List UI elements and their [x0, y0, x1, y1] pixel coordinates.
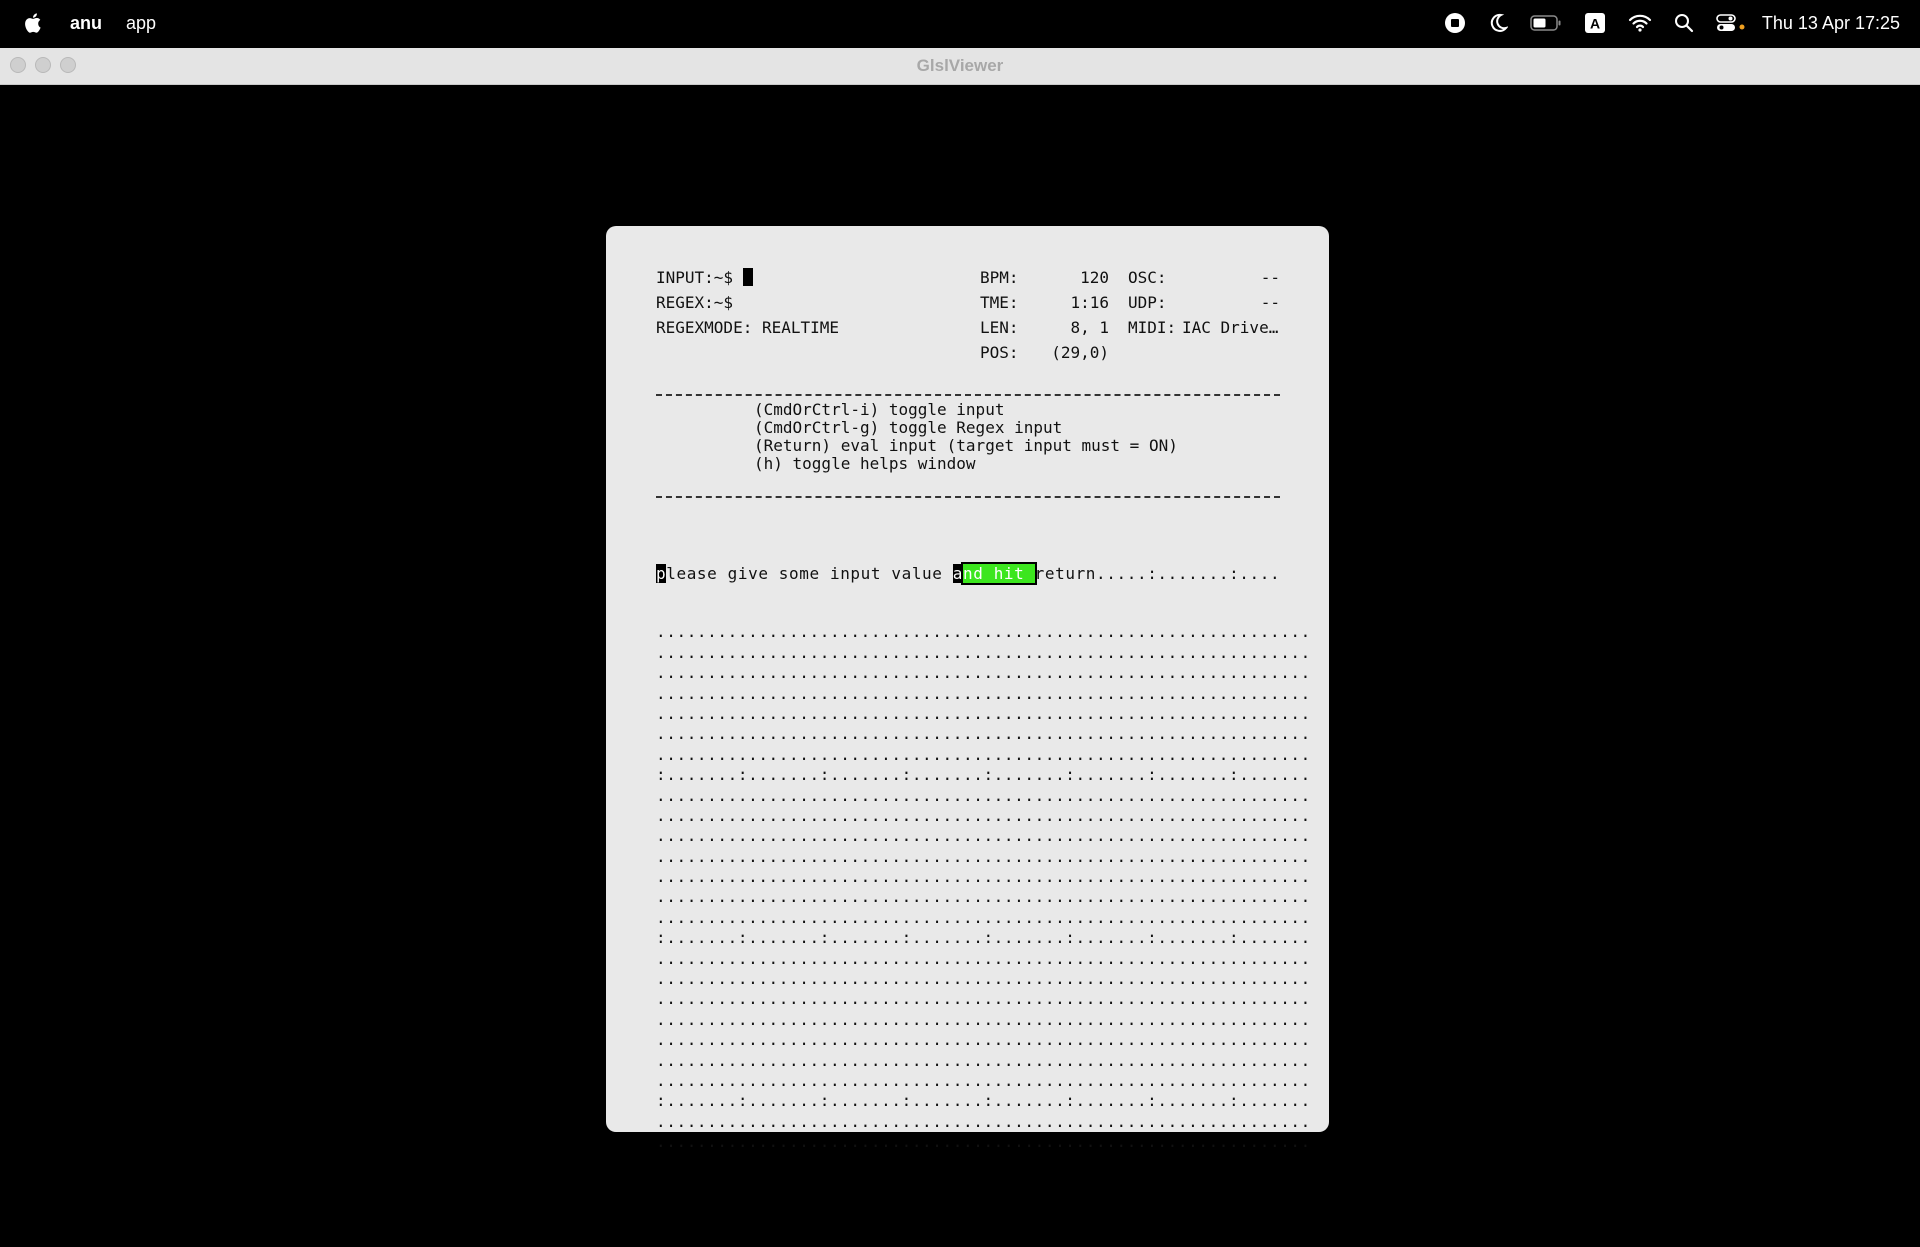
udp-label: UDP:	[1128, 293, 1167, 312]
svg-text:A: A	[1590, 16, 1600, 32]
grid-row[interactable]: ........................................…	[656, 1010, 1311, 1030]
apple-menu-icon[interactable]	[24, 12, 44, 34]
grid-row[interactable]: ........................................…	[656, 1112, 1311, 1132]
tme-value: 1:16	[1070, 293, 1109, 312]
search-icon[interactable]	[1674, 12, 1694, 34]
window-title: GlslViewer	[916, 56, 1004, 75]
grid-row[interactable]: ........................................…	[656, 908, 1311, 928]
grid-row[interactable]: ........................................…	[656, 745, 1311, 765]
battery-icon[interactable]	[1530, 12, 1562, 34]
bottom-divider	[656, 496, 1280, 498]
text-cursor	[743, 268, 754, 286]
window-titlebar[interactable]: GlslViewer	[0, 48, 1920, 85]
grid-row[interactable]: ........................................…	[656, 704, 1311, 724]
pos-value: (29,0)	[1051, 343, 1109, 362]
grid-row[interactable]: ........................................…	[656, 847, 1311, 867]
sequence-grid[interactable]: please give some input value and hit ret…	[656, 526, 1311, 1153]
grid-row-first[interactable]: please give some input value and hit ret…	[656, 562, 1311, 585]
grid-row[interactable]: ........................................…	[656, 724, 1311, 744]
moon-icon[interactable]	[1488, 12, 1508, 34]
grid-text: lease give some input value	[666, 564, 953, 583]
len-label: LEN:	[980, 318, 1019, 337]
grid-row[interactable]: ........................................…	[656, 786, 1311, 806]
osc-value: --	[1260, 268, 1280, 287]
tme-label: TME:	[980, 293, 1019, 312]
grid-row[interactable]: :.......:.......:.......:.......:.......…	[656, 928, 1311, 948]
grid-row[interactable]: ........................................…	[656, 989, 1311, 1009]
grid-row[interactable]: ........................................…	[656, 663, 1311, 683]
grid-row[interactable]: ........................................…	[656, 887, 1311, 907]
bpm-label: BPM:	[980, 268, 1019, 287]
menubar-clock[interactable]: Thu 13 Apr 17:25	[1762, 13, 1900, 34]
bpm-value: 120	[1080, 268, 1109, 287]
input-prompt: INPUT:~$	[656, 268, 734, 287]
grid-row[interactable]: ........................................…	[656, 622, 1311, 642]
regexmode-label: REGEXMODE: REALTIME	[656, 318, 840, 337]
midi-label: MIDI:	[1128, 318, 1177, 337]
grid-row[interactable]: :.......:.......:.......:.......:.......…	[656, 765, 1311, 785]
grid-row[interactable]: ........................................…	[656, 643, 1311, 663]
control-center-icon[interactable]	[1716, 12, 1746, 34]
grid-row[interactable]: ........................................…	[656, 1071, 1311, 1091]
grid-row[interactable]: ........................................…	[656, 826, 1311, 846]
menu-bar: anu app A Thu 13 Apr 17:25	[0, 0, 1920, 46]
pos-label: POS:	[980, 343, 1019, 362]
grid-row[interactable]: ........................................…	[656, 1051, 1311, 1071]
app-window: GlslViewer INPUT:~$ REGEX:~$ REGEXMODE: …	[0, 48, 1920, 1247]
grid-row[interactable]: :.......:.......:.......:.......:.......…	[656, 1091, 1311, 1111]
udp-value: --	[1260, 293, 1280, 312]
keyboard-input-a-icon[interactable]: A	[1584, 12, 1606, 34]
regex-prompt[interactable]: REGEX:~$	[656, 290, 733, 315]
grid-row[interactable]: ........................................…	[656, 867, 1311, 887]
osc-label: OSC:	[1128, 268, 1167, 287]
midi-value: IAC Drive…	[1182, 318, 1279, 337]
menu-item-app[interactable]: app	[126, 13, 156, 34]
grid-row[interactable]: ........................................…	[656, 1132, 1311, 1152]
regex-match-highlight: nd hit	[961, 562, 1037, 585]
help-line: (h) toggle helps window	[754, 454, 976, 473]
grid-text: return.....:.......:....	[1034, 564, 1281, 583]
top-divider	[656, 394, 1280, 396]
len-value: 8, 1	[1070, 318, 1109, 337]
help-line: (Return) eval input (target input must =…	[754, 436, 1178, 455]
grid-row[interactable]: ........................................…	[656, 806, 1311, 826]
grid-cursor-secondary: a	[952, 564, 963, 583]
terminal-panel[interactable]: INPUT:~$ REGEX:~$ REGEXMODE: REALTIME BP…	[606, 226, 1329, 1151]
wifi-icon[interactable]	[1628, 12, 1652, 34]
screen-record-icon[interactable]	[1444, 12, 1466, 34]
input-prompt-row[interactable]: INPUT:~$	[656, 265, 754, 290]
grid-row[interactable]: ........................................…	[656, 684, 1311, 704]
grid-row[interactable]: ........................................…	[656, 1030, 1311, 1050]
grid-row[interactable]: ........................................…	[656, 969, 1311, 989]
app-name-menu[interactable]: anu	[70, 13, 102, 34]
help-line: (CmdOrCtrl-i) toggle input	[754, 400, 1005, 419]
grid-cursor: p	[656, 564, 667, 583]
help-line: (CmdOrCtrl-g) toggle Regex input	[754, 418, 1063, 437]
grid-row[interactable]: ........................................…	[656, 949, 1311, 969]
